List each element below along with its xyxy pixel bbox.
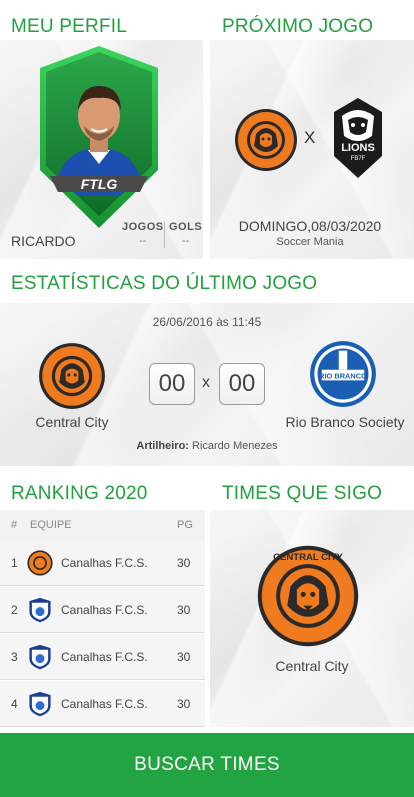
ranking-position: 2 [11,603,18,617]
ranking-position: 3 [11,650,18,664]
goals-label: GOLS [169,221,203,233]
ranking-points: 30 [177,650,191,664]
svg-text:CENTRAL CITY: CENTRAL CITY [273,552,343,563]
svg-text:LIONS: LIONS [341,142,375,154]
away-team-rio-branco-crest-icon: RIO BRANCO [310,341,376,407]
goals-stat: GOLS -- [169,221,202,247]
ranking-title: RANKING 2020 [11,483,148,504]
next-game-venue: Soccer Mania [276,236,344,248]
ranking-row[interactable]: 4 Canalhas F.C.S. 30 [0,681,205,727]
followed-team-crest-icon[interactable]: CENTRAL CITY [257,545,359,647]
player-shield-badge[interactable]: FTLG [36,46,162,228]
top-scorer: Artilheiro: Ricardo Menezes [0,440,414,452]
home-score: 00 [149,363,195,405]
top-scorer-label: Artilheiro: [136,440,189,452]
ranking-points: 30 [177,603,191,617]
ranking-points: 30 [177,697,191,711]
ranking-points: 30 [177,556,191,570]
ranking-col-points: PG [177,519,193,531]
home-team-crest-icon [235,109,297,171]
ranking-team-name: Canalhas F.C.S. [61,556,148,570]
goals-value: -- [181,235,190,247]
ranking-row[interactable]: 2 Canalhas F.C.S. 30 [0,587,205,633]
ranking-team-name: Canalhas F.C.S. [61,603,148,617]
shield-crest-icon [29,691,51,717]
ftlg-logo: FTLG [81,176,118,192]
followed-team-name: Central City [275,658,349,674]
ranking-row[interactable]: 3 Canalhas F.C.S. 30 [0,634,205,680]
away-team-lions-crest-icon: LIONS FB7F [334,98,382,178]
ranking-col-pos: # [11,519,18,531]
ranking-table-header: # EQUIPE PG [0,510,205,540]
stat-divider [164,222,165,248]
match-datetime: 26/06/2016 às 11:45 [152,315,262,329]
score-separator: x [202,374,210,391]
svg-text:RIO BRANCO: RIO BRANCO [319,371,367,380]
following-title: TIMES QUE SIGO [222,483,383,504]
versus-x: X [304,128,316,147]
ranking-position: 1 [11,556,18,570]
shield-crest-icon [29,644,51,670]
profile-title: MEU PERFIL [11,16,128,37]
player-name: RICARDO [11,233,76,249]
games-label: JOGOS [122,221,164,233]
next-game-title: PRÓXIMO JOGO [222,16,374,37]
ranking-position: 4 [11,697,18,711]
shield-crest-icon [29,597,51,623]
ranking-col-team: EQUIPE [30,519,72,531]
away-team-name: Rio Branco Society [285,414,405,430]
central-city-crest-icon [27,550,53,576]
next-game-date: DOMINGO,08/03/2020 [238,218,382,234]
search-teams-button[interactable]: BUSCAR TIMES [0,733,414,797]
away-score: 00 [219,363,265,405]
top-scorer-name: Ricardo Menezes [192,440,278,452]
home-team-name: Central City [35,414,109,430]
ranking-team-name: Canalhas F.C.S. [61,650,148,664]
home-team-crest-icon [39,343,105,409]
ranking-team-name: Canalhas F.C.S. [61,697,148,711]
games-value: -- [139,235,147,247]
last-game-title: ESTATÍSTICAS DO ÚLTIMO JOGO [11,273,318,294]
games-stat: JOGOS -- [122,221,164,247]
ranking-row[interactable]: 1 Canalhas F.C.S. 30 [0,540,205,586]
svg-text:FB7F: FB7F [351,156,366,162]
